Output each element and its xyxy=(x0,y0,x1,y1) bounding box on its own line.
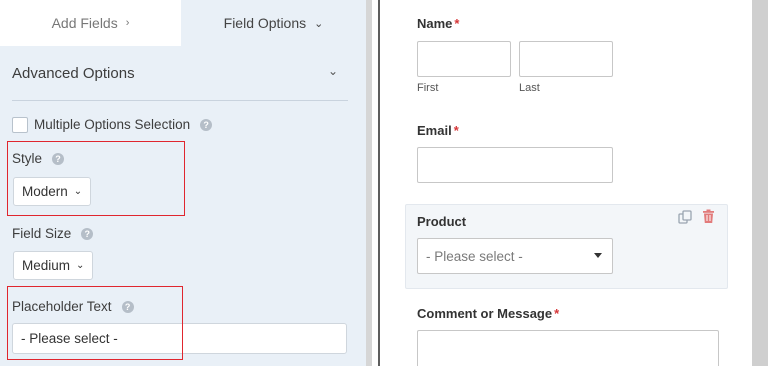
email-label-text: Email xyxy=(417,123,452,138)
required-asterisk: * xyxy=(454,16,460,31)
chevron-down-icon: ⌄ xyxy=(314,17,324,30)
product-select-placeholder: - Please select - xyxy=(426,248,523,264)
field-size-label-text: Field Size xyxy=(12,226,72,241)
comment-textarea[interactable] xyxy=(417,330,719,366)
field-options-panel: Add Fields › Field Options ⌄ Advanced Op… xyxy=(0,0,366,366)
tab-field-options[interactable]: Field Options ⌄ xyxy=(181,0,366,46)
trash-icon[interactable] xyxy=(702,209,715,224)
style-label: Style? xyxy=(12,151,65,166)
name-label-text: Name xyxy=(417,16,453,31)
first-name-input[interactable] xyxy=(417,41,511,77)
multiple-options-text: Multiple Options Selection xyxy=(34,117,191,132)
style-label-text: Style xyxy=(12,151,43,166)
multiple-options-label: Multiple Options Selection? xyxy=(34,117,213,132)
placeholder-text-label: Placeholder Text? xyxy=(12,299,134,314)
help-icon[interactable]: ? xyxy=(81,228,94,240)
help-icon[interactable]: ? xyxy=(52,153,65,165)
first-sublabel: First xyxy=(417,82,439,94)
name-field-label: Name * xyxy=(417,16,459,31)
multiple-options-checkbox[interactable] xyxy=(12,117,28,133)
tab-add-fields-label: Add Fields xyxy=(51,15,118,31)
collapse-chevron-icon[interactable]: ⌄ xyxy=(328,64,338,78)
comment-field-label: Comment or Message * xyxy=(417,306,559,321)
product-field-label: Product xyxy=(417,214,467,229)
style-select-value: Modern xyxy=(22,184,68,199)
duplicate-icon[interactable] xyxy=(678,210,692,224)
placeholder-label-text: Placeholder Text xyxy=(12,299,112,314)
field-size-label: Field Size? xyxy=(12,226,94,241)
style-select[interactable]: Modern ⌄ xyxy=(13,177,91,206)
chevron-down-icon: ⌄ xyxy=(76,260,85,271)
help-icon[interactable]: ? xyxy=(121,301,134,313)
field-size-select[interactable]: Medium ⌄ xyxy=(13,251,93,280)
tab-field-options-label: Field Options xyxy=(223,15,307,31)
comment-label-text: Comment or Message xyxy=(417,306,553,321)
last-sublabel: Last xyxy=(519,82,540,94)
last-name-input[interactable] xyxy=(519,41,613,77)
advanced-options-title[interactable]: Advanced Options xyxy=(12,65,135,82)
field-size-select-value: Medium xyxy=(22,258,71,273)
email-input[interactable] xyxy=(417,147,613,183)
panel-tabs: Add Fields › Field Options ⌄ xyxy=(0,0,366,46)
email-field-label: Email * xyxy=(417,123,459,138)
placeholder-text-input[interactable] xyxy=(12,323,347,354)
chevron-down-icon: ⌄ xyxy=(73,186,83,197)
help-icon[interactable]: ? xyxy=(200,119,213,131)
dropdown-arrow-icon xyxy=(594,253,602,258)
chevron-right-icon: › xyxy=(125,17,130,29)
preview-right-edge xyxy=(752,0,768,366)
required-asterisk: * xyxy=(554,306,560,321)
tab-add-fields[interactable]: Add Fields › xyxy=(0,0,181,46)
required-asterisk: * xyxy=(453,123,459,138)
product-select[interactable]: - Please select - xyxy=(417,238,613,274)
section-divider xyxy=(12,100,348,101)
